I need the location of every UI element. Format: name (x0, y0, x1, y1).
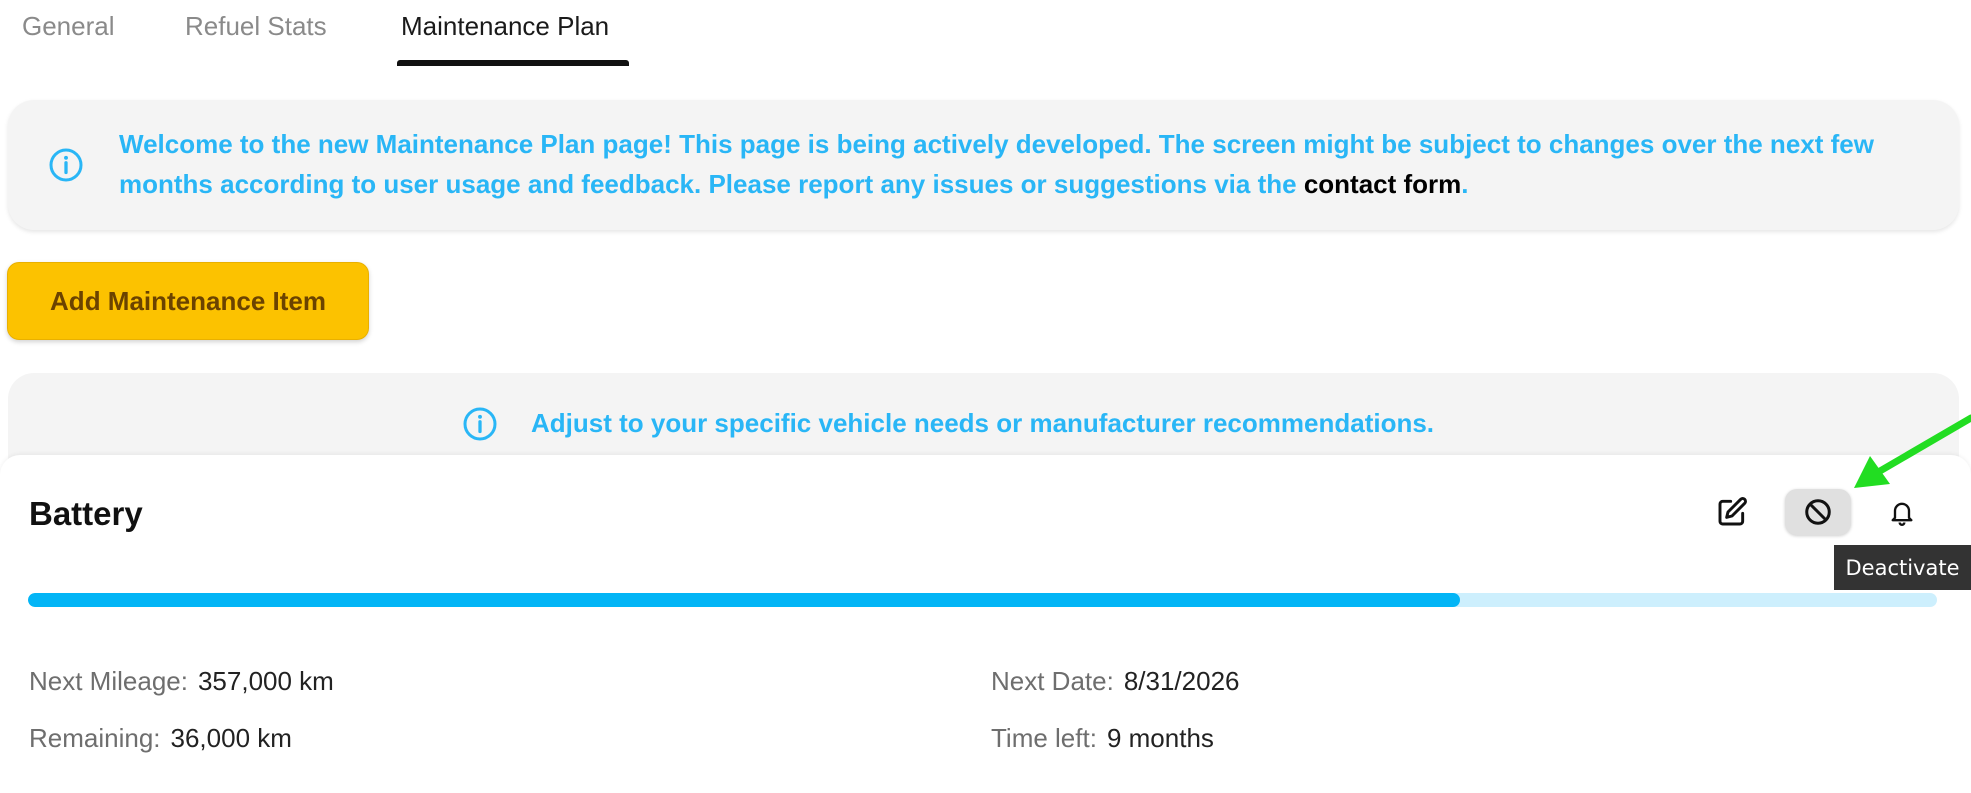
tab-bar: General Refuel Stats Maintenance Plan (0, 0, 1971, 66)
notification-button[interactable] (1870, 488, 1934, 536)
next-mileage: Next Mileage: 357,000 km (29, 666, 334, 697)
next-date: Next Date: 8/31/2026 (991, 666, 1240, 697)
annotation-arrow-icon (1854, 414, 1971, 488)
info-icon (49, 148, 83, 182)
banner-message: Welcome to the new Maintenance Plan page… (119, 129, 1874, 199)
next-mileage-label: Next Mileage: (29, 666, 188, 696)
remaining: Remaining: 36,000 km (29, 723, 292, 754)
next-date-label: Next Date: (991, 666, 1114, 696)
info-icon (463, 407, 497, 441)
tab-maintenance-plan[interactable]: Maintenance Plan (401, 10, 609, 42)
remaining-label: Remaining: (29, 723, 161, 753)
maintenance-progress-bar (28, 593, 1937, 607)
block-icon (1805, 499, 1831, 525)
edit-icon (1718, 497, 1747, 526)
welcome-banner: Welcome to the new Maintenance Plan page… (8, 100, 1959, 230)
time-left-value: 9 months (1106, 723, 1214, 753)
next-mileage-value: 357,000 km (197, 666, 334, 696)
active-tab-indicator (397, 60, 629, 66)
edit-button[interactable] (1700, 488, 1764, 536)
tab-general[interactable]: General (22, 10, 115, 42)
bell-icon (1891, 502, 1913, 526)
deactivate-tooltip: Deactivate (1834, 545, 1971, 590)
maintenance-item-title: Battery (29, 495, 143, 532)
next-date-value: 8/31/2026 (1123, 666, 1240, 696)
contact-form-link[interactable]: contact form (1304, 169, 1461, 199)
deactivate-button[interactable] (1785, 489, 1851, 535)
maintenance-item-card: Battery Deactivate Next Mileage: 357,000 … (0, 455, 1971, 793)
time-left: Time left: 9 months (991, 723, 1214, 754)
banner-message-end: . (1461, 169, 1469, 199)
tab-refuel-stats[interactable]: Refuel Stats (185, 10, 327, 42)
add-maintenance-item-button[interactable]: Add Maintenance Item (7, 262, 369, 340)
hint-text: Adjust to your specific vehicle needs or… (531, 408, 1435, 438)
welcome-banner-text: Welcome to the new Maintenance Plan page… (119, 124, 1919, 204)
remaining-value: 36,000 km (170, 723, 292, 753)
time-left-label: Time left: (991, 723, 1097, 753)
maintenance-progress-fill (28, 593, 1460, 607)
